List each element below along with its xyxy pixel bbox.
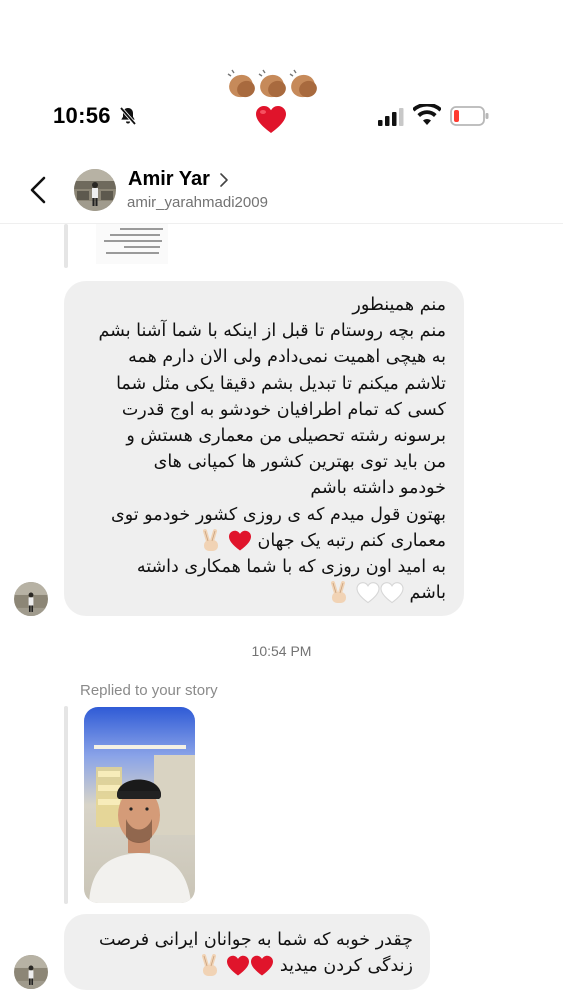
chevron-right-icon[interactable]	[218, 172, 230, 188]
contact-avatar[interactable]	[74, 169, 116, 211]
contact-handle[interactable]: amir_yarahmadi2009	[127, 194, 268, 211]
victory-hand-icon	[201, 954, 217, 977]
message-line: من باید توی بهترین کشور ها کمپانی های	[153, 452, 446, 473]
message-timestamp: 10:54 PM	[251, 643, 312, 659]
message-bubble[interactable]: منم همینطور منم بچه روستام تا قبل از این…	[64, 281, 464, 616]
message-line: منم همینطور	[352, 295, 446, 315]
white-heart-icon	[356, 582, 380, 604]
wifi-icon	[413, 104, 441, 125]
header-divider	[0, 223, 563, 224]
sender-avatar[interactable]	[14, 582, 48, 616]
message-line: کسی که تمام اطرافیان خودشو به اوج قدرت	[121, 399, 446, 420]
clapping-hands-icon	[227, 69, 317, 98]
status-time: 10:56	[53, 103, 111, 128]
story-thumbnail[interactable]	[84, 707, 195, 903]
cellular-signal-icon	[378, 108, 404, 126]
previous-story-preview[interactable]	[96, 224, 168, 264]
red-heart-icon	[251, 955, 274, 976]
bell-slash-icon	[119, 106, 137, 126]
message-line-with-emoji: معماری کنم رتبه یک جهان	[78, 528, 446, 554]
message-text: زندگی کردن میدید	[279, 956, 413, 977]
reply-indicator-line	[64, 706, 68, 904]
message-line-with-emoji: زندگی کردن میدید	[78, 953, 413, 979]
message-line: برسونه رشته تحصیلی من معماری هستش و	[126, 426, 446, 447]
message-line: چقدر خوبه که شما به جوانان ایرانی فرصت	[99, 930, 413, 950]
message-line: بهتون قول میدم که ی روزی کشور خودمو توی	[111, 504, 446, 525]
sender-avatar[interactable]	[14, 955, 48, 989]
message-line: خودمو داشته باشم	[310, 478, 446, 499]
message-text: باشم	[409, 583, 446, 604]
red-heart-icon	[228, 530, 251, 551]
red-heart-icon	[256, 106, 286, 133]
contact-name[interactable]: Amir Yar	[128, 168, 210, 191]
battery-low-icon	[450, 106, 489, 126]
message-bubble[interactable]: چقدر خوبه که شما به جوانان ایرانی فرصت ز…	[64, 914, 430, 990]
back-chevron-icon[interactable]	[28, 175, 48, 205]
message-line: به هیچی اهمیت نمی‌دادم ولی الان دارم همه	[128, 347, 446, 368]
message-line: به امید اون روزی که با شما همکاری داشته	[136, 557, 446, 578]
victory-hand-icon	[331, 581, 347, 604]
white-heart-icon	[380, 582, 404, 604]
reply-indicator-line	[64, 224, 68, 268]
replied-to-story-label: Replied to your story	[80, 682, 218, 699]
message-line-with-emoji: باشم	[78, 580, 446, 606]
message-line: تلاشم میکنم تا تبدیل بشم دقیقا یکی مثل ش…	[116, 373, 446, 394]
message-line: منم بچه روستام تا قبل از اینکه با شما آش…	[98, 321, 446, 342]
victory-hand-icon	[203, 528, 219, 551]
red-heart-icon	[227, 955, 250, 976]
message-text: معماری کنم رتبه یک جهان	[257, 530, 446, 551]
